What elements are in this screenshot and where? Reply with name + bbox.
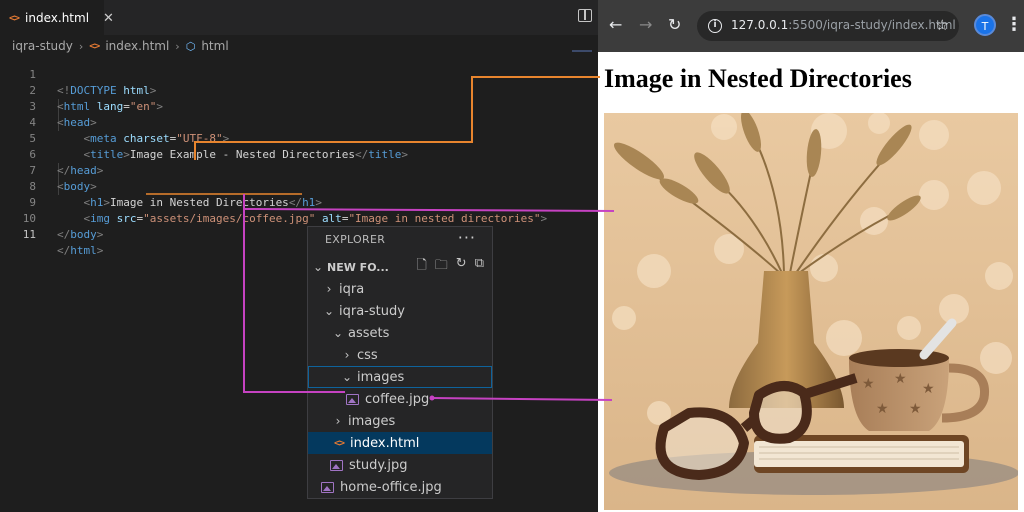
code-line: 1 <!DOCTYPE html> xyxy=(0,51,598,97)
code-line: 2 <html lang="en"> xyxy=(0,67,598,113)
site-info-icon[interactable]: i xyxy=(708,19,722,33)
code-line: 9 <img src="assets/images/coffee.jpg" al… xyxy=(0,179,598,225)
image-file-icon xyxy=(346,393,359,405)
editor-tab-bar: <> index.html ✕ xyxy=(0,0,598,35)
explorer-panel: EXPLORER ··· ⌄ NEW FO... 🗋 🗀 ↻ ⧉ › iqra … xyxy=(307,226,493,499)
coffee-illustration-image: ★ ★ ★★ ★ xyxy=(604,113,1018,510)
code-line: 7 <body> xyxy=(0,147,598,193)
tree-item-folder[interactable]: › css xyxy=(308,344,492,366)
url-path: :5500/iqra-study/index.html xyxy=(788,18,956,32)
new-file-icon[interactable]: 🗋 xyxy=(416,256,426,278)
tab-index-html[interactable]: <> index.html ✕ xyxy=(0,0,114,35)
code-token: </ xyxy=(57,228,71,241)
close-icon[interactable]: ✕ xyxy=(103,11,114,26)
folder-label: assets xyxy=(348,325,390,341)
back-arrow-icon[interactable]: ← xyxy=(609,16,622,34)
tree-item-folder[interactable]: › images xyxy=(308,410,492,432)
code-line: 11 </html> xyxy=(0,211,598,257)
code-area[interactable]: 1 <!DOCTYPE html> 2 <html lang="en"> 3 <… xyxy=(0,51,598,257)
forward-arrow-icon[interactable]: → xyxy=(639,16,652,34)
chevron-down-icon: ⌄ xyxy=(332,326,344,340)
chevron-down-icon: ⌄ xyxy=(312,260,324,274)
chevron-right-icon: › xyxy=(335,414,341,428)
code-line: 10 </body> xyxy=(0,195,598,241)
folder-label: images xyxy=(348,413,396,429)
code-line: 3 <head> xyxy=(0,83,598,129)
url-host: 127.0.0.1 xyxy=(731,18,789,32)
explorer-root-folder[interactable]: ⌄ NEW FO... 🗋 🗀 ↻ ⧉ xyxy=(308,256,492,278)
svg-text:★: ★ xyxy=(876,401,889,417)
svg-text:★: ★ xyxy=(909,401,922,417)
tree-item-file[interactable]: <> index.html xyxy=(308,432,492,454)
reload-icon[interactable]: ↻ xyxy=(668,16,681,34)
html-file-icon: <> xyxy=(89,40,100,52)
explorer-title: EXPLORER xyxy=(325,233,386,246)
svg-text:★: ★ xyxy=(894,371,907,387)
chevron-down-icon: ⌄ xyxy=(341,370,353,384)
code-token: > xyxy=(96,228,104,241)
image-file-icon xyxy=(321,481,334,493)
code-line: 6 </head> xyxy=(0,131,598,177)
svg-text:★: ★ xyxy=(862,376,875,392)
svg-text:★: ★ xyxy=(922,381,935,397)
html-file-icon: <> xyxy=(9,12,20,24)
code-line: 4 <meta charset="UTF-8"> xyxy=(0,99,598,145)
more-actions-icon[interactable]: ··· xyxy=(458,228,476,247)
kebab-menu-icon[interactable]: ⋮ xyxy=(1005,14,1023,36)
split-editor-icon[interactable] xyxy=(578,9,592,22)
code-editor: <> index.html ✕ iqra-study › <> index.ht… xyxy=(0,0,598,512)
html-file-icon: <> xyxy=(334,437,345,449)
code-token: html xyxy=(70,244,97,257)
file-label: study.jpg xyxy=(349,457,408,473)
explorer-actions: 🗋 🗀 ↻ ⧉ xyxy=(416,256,484,278)
line-number: 11 xyxy=(22,228,36,241)
tree-item-folder[interactable]: ⌄ iqra-study xyxy=(308,300,492,322)
new-folder-icon[interactable]: 🗀 xyxy=(435,256,448,278)
code-token: body xyxy=(70,228,97,241)
code-token: </ xyxy=(57,244,71,257)
page-heading: Image in Nested Directories xyxy=(604,64,912,93)
file-label: coffee.jpg xyxy=(365,391,430,407)
folder-label: images xyxy=(357,369,405,385)
browser-window: ← → ↻ i 127.0.0.1:5500/iqra-study/index.… xyxy=(598,0,1024,512)
tree-item-file[interactable]: study.jpg xyxy=(308,454,492,476)
file-label: index.html xyxy=(350,435,420,451)
folder-label: NEW FO... xyxy=(327,260,389,274)
code-line: 5 <title>Image Example - Nested Director… xyxy=(0,115,598,161)
chevron-right-icon: › xyxy=(344,348,350,362)
profile-avatar[interactable]: T xyxy=(974,14,996,36)
chevron-down-icon: ⌄ xyxy=(323,304,335,318)
folder-label: iqra-study xyxy=(339,303,405,319)
address-bar[interactable]: i 127.0.0.1:5500/iqra-study/index.html ☆ xyxy=(697,11,959,41)
tab-label: index.html xyxy=(25,11,90,25)
folder-label: iqra xyxy=(339,281,365,297)
file-label: home-office.jpg xyxy=(340,479,442,495)
tree-item-folder[interactable]: ⌄ assets xyxy=(308,322,492,344)
refresh-icon[interactable]: ↻ xyxy=(456,256,467,278)
tree-item-folder[interactable]: › iqra xyxy=(308,278,492,300)
coffee-surface xyxy=(849,349,949,367)
tree-item-file[interactable]: home-office.jpg xyxy=(308,476,492,498)
tree-item-file[interactable]: coffee.jpg xyxy=(308,388,492,410)
url-text[interactable]: 127.0.0.1:5500/iqra-study/index.html xyxy=(731,18,956,32)
code-line: 8 <h1>Image in Nested Directories</h1> xyxy=(0,163,598,209)
chevron-right-icon: › xyxy=(326,282,332,296)
code-token: > xyxy=(96,244,104,257)
book-pages xyxy=(754,441,964,467)
folder-label: css xyxy=(357,347,378,363)
image-file-icon xyxy=(330,459,343,471)
tree-item-folder[interactable]: ⌄ images xyxy=(308,366,492,388)
browser-toolbar: ← → ↻ i 127.0.0.1:5500/iqra-study/index.… xyxy=(598,0,1024,52)
bookmark-star-icon[interactable]: ☆ xyxy=(936,16,949,34)
collapse-all-icon[interactable]: ⧉ xyxy=(475,256,484,278)
